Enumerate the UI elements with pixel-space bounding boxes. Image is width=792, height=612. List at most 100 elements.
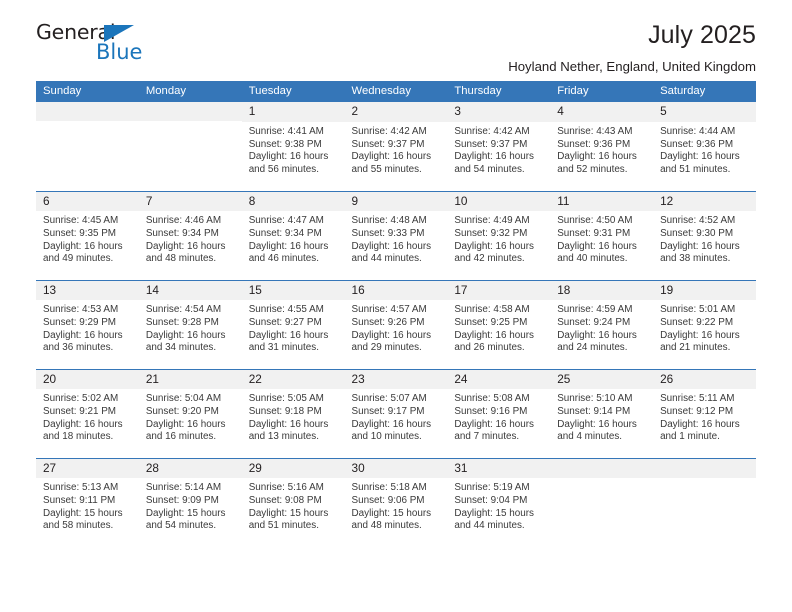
day-number: 12 bbox=[653, 191, 756, 212]
calendar-day-cell[interactable]: 24 Sunrise: 5:08 AM Sunset: 9:16 PM Dayligh… bbox=[447, 368, 551, 458]
calendar-day-cell[interactable]: 23 Sunrise: 5:07 AM Sunset: 9:17 PM Dayligh… bbox=[344, 368, 448, 458]
calendar-day-cell[interactable]: 6 Sunrise: 4:45 AM Sunset: 9:35 PM Daylight… bbox=[36, 190, 139, 280]
sunset-text: Sunset: 9:36 PM bbox=[660, 138, 734, 150]
day-sun-info: Sunrise: 5:08 AM Sunset: 9:16 PM Daylight:… bbox=[447, 389, 550, 443]
sunrise-text: Sunrise: 4:50 AM bbox=[557, 215, 633, 227]
day-number bbox=[36, 102, 139, 121]
calendar-day-cell[interactable]: 29 Sunrise: 5:16 AM Sunset: 9:08 PM Dayligh… bbox=[241, 457, 345, 547]
calendar-day-cell[interactable]: 30 Sunrise: 5:18 AM Sunset: 9:06 PM Dayligh… bbox=[344, 457, 448, 547]
daylight-text-line1: Daylight: 16 hours bbox=[660, 240, 740, 252]
calendar-day-cell[interactable]: 18 Sunrise: 4:59 AM Sunset: 9:24 PM Dayligh… bbox=[550, 279, 654, 369]
sunset-text: Sunset: 9:20 PM bbox=[145, 406, 219, 418]
daylight-text-line1: Daylight: 16 hours bbox=[454, 151, 534, 163]
calendar-day-cell[interactable]: 15 Sunrise: 4:55 AM Sunset: 9:27 PM Dayligh… bbox=[241, 279, 345, 369]
sunset-text: Sunset: 9:21 PM bbox=[43, 406, 117, 418]
calendar-day-cell[interactable]: 26 Sunrise: 5:11 AM Sunset: 9:12 PM Dayligh… bbox=[653, 368, 756, 458]
weekday-header-tuesday: Tuesday bbox=[241, 81, 345, 102]
daylight-text-line2: and 24 minutes. bbox=[557, 342, 628, 354]
calendar-day-cell[interactable]: 31 Sunrise: 5:19 AM Sunset: 9:04 PM Dayligh… bbox=[447, 457, 551, 547]
sunrise-text: Sunrise: 4:52 AM bbox=[660, 215, 736, 227]
calendar-day-cell[interactable]: 8 Sunrise: 4:47 AM Sunset: 9:34 PM Daylight… bbox=[241, 190, 345, 280]
calendar-day-cell[interactable]: 16 Sunrise: 4:57 AM Sunset: 9:26 PM Dayligh… bbox=[344, 279, 448, 369]
daylight-text-line2: and 49 minutes. bbox=[43, 253, 114, 265]
calendar-day-cell[interactable]: 10 Sunrise: 4:49 AM Sunset: 9:32 PM Dayligh… bbox=[447, 190, 551, 280]
calendar-week-row: 20 Sunrise: 5:02 AM Sunset: 9:21 PM Dayligh… bbox=[36, 368, 756, 458]
day-number: 28 bbox=[138, 458, 242, 479]
calendar-day-cell[interactable]: 17 Sunrise: 4:58 AM Sunset: 9:25 PM Dayligh… bbox=[447, 279, 551, 369]
calendar-day-cell[interactable]: 25 Sunrise: 5:10 AM Sunset: 9:14 PM Dayligh… bbox=[550, 368, 654, 458]
daylight-text-line2: and 44 minutes. bbox=[454, 520, 525, 532]
sunrise-text: Sunrise: 5:07 AM bbox=[351, 393, 427, 405]
day-number bbox=[653, 458, 756, 478]
calendar-page: General Blue July 2025 Hoyland Nether, E… bbox=[0, 0, 792, 612]
sunset-text: Sunset: 9:34 PM bbox=[248, 228, 322, 240]
sunset-text: Sunset: 9:31 PM bbox=[557, 228, 631, 240]
general-blue-logo[interactable]: General Blue bbox=[36, 22, 156, 70]
day-number: 5 bbox=[653, 102, 756, 122]
daylight-text-line1: Daylight: 15 hours bbox=[145, 507, 226, 519]
logo-text-blue: Blue bbox=[96, 40, 143, 64]
day-number: 22 bbox=[241, 369, 345, 390]
sunset-text: Sunset: 9:22 PM bbox=[660, 317, 734, 329]
calendar-day-cell[interactable]: 12 Sunrise: 4:52 AM Sunset: 9:30 PM Dayligh… bbox=[653, 190, 756, 280]
sunset-text: Sunset: 9:17 PM bbox=[351, 406, 425, 418]
daylight-text-line2: and 48 minutes. bbox=[351, 520, 422, 532]
sunset-text: Sunset: 9:36 PM bbox=[557, 138, 631, 150]
daylight-text-line1: Daylight: 16 hours bbox=[557, 418, 637, 430]
calendar-day-cell[interactable]: 14 Sunrise: 4:54 AM Sunset: 9:28 PM Dayligh… bbox=[138, 279, 242, 369]
day-number: 7 bbox=[138, 191, 242, 212]
sunrise-text: Sunrise: 5:04 AM bbox=[145, 393, 222, 405]
sunrise-text: Sunrise: 4:42 AM bbox=[454, 125, 530, 137]
page-title: July 2025 bbox=[648, 21, 756, 49]
daylight-text-line1: Daylight: 16 hours bbox=[145, 329, 226, 341]
sunrise-text: Sunrise: 4:41 AM bbox=[248, 125, 324, 137]
calendar-day-cell[interactable]: 4 Sunrise: 4:43 AM Sunset: 9:36 PM Daylight… bbox=[550, 102, 654, 191]
day-number: 2 bbox=[344, 102, 448, 122]
day-number: 16 bbox=[344, 280, 448, 301]
calendar-day-cell[interactable]: 7 Sunrise: 4:46 AM Sunset: 9:34 PM Daylight… bbox=[138, 190, 242, 280]
day-sun-info: Sunrise: 5:19 AM Sunset: 9:04 PM Daylight:… bbox=[447, 478, 550, 532]
calendar-header-row: Sunday Monday Tuesday Wednesday Thursday… bbox=[36, 81, 756, 102]
daylight-text-line1: Daylight: 16 hours bbox=[248, 240, 329, 252]
day-number: 3 bbox=[447, 102, 551, 122]
sunrise-text: Sunrise: 5:19 AM bbox=[454, 482, 530, 494]
day-number: 10 bbox=[447, 191, 551, 212]
calendar-day-cell[interactable]: 9 Sunrise: 4:48 AM Sunset: 9:33 PM Daylight… bbox=[344, 190, 448, 280]
daylight-text-line2: and 7 minutes. bbox=[454, 431, 520, 443]
daylight-text-line1: Daylight: 16 hours bbox=[351, 240, 432, 252]
sunset-text: Sunset: 9:37 PM bbox=[351, 138, 425, 150]
calendar-day-cell[interactable]: 11 Sunrise: 4:50 AM Sunset: 9:31 PM Dayligh… bbox=[550, 190, 654, 280]
daylight-text-line2: and 13 minutes. bbox=[248, 431, 319, 443]
daylight-text-line1: Daylight: 16 hours bbox=[145, 240, 226, 252]
day-number: 11 bbox=[550, 191, 654, 212]
calendar-day-cell[interactable]: 21 Sunrise: 5:04 AM Sunset: 9:20 PM Dayligh… bbox=[138, 368, 242, 458]
sunrise-text: Sunrise: 4:58 AM bbox=[454, 304, 530, 316]
calendar-day-cell[interactable]: 20 Sunrise: 5:02 AM Sunset: 9:21 PM Dayligh… bbox=[36, 368, 139, 458]
calendar-day-cell[interactable]: 22 Sunrise: 5:05 AM Sunset: 9:18 PM Dayligh… bbox=[241, 368, 345, 458]
calendar-day-cell[interactable]: 13 Sunrise: 4:53 AM Sunset: 9:29 PM Dayligh… bbox=[36, 279, 139, 369]
sunset-text: Sunset: 9:37 PM bbox=[454, 138, 528, 150]
sunset-text: Sunset: 9:27 PM bbox=[248, 317, 322, 329]
day-number: 14 bbox=[138, 280, 242, 301]
day-sun-info: Sunrise: 4:55 AM Sunset: 9:27 PM Daylight:… bbox=[242, 300, 345, 354]
calendar-day-cell[interactable]: 2 Sunrise: 4:42 AM Sunset: 9:37 PM Daylight… bbox=[344, 102, 448, 191]
calendar-day-cell[interactable]: 28 Sunrise: 5:14 AM Sunset: 9:09 PM Dayligh… bbox=[138, 457, 242, 547]
calendar-day-cell[interactable]: 19 Sunrise: 5:01 AM Sunset: 9:22 PM Dayligh… bbox=[653, 279, 756, 369]
calendar-day-cell[interactable]: 3 Sunrise: 4:42 AM Sunset: 9:37 PM Daylight… bbox=[447, 102, 551, 191]
day-sun-info: Sunrise: 5:16 AM Sunset: 9:08 PM Daylight:… bbox=[242, 478, 345, 532]
sunrise-text: Sunrise: 5:14 AM bbox=[145, 482, 222, 494]
day-number: 1 bbox=[241, 102, 345, 122]
sunrise-text: Sunrise: 5:08 AM bbox=[454, 393, 530, 405]
calendar-day-cell[interactable]: 1 Sunrise: 4:41 AM Sunset: 9:38 PM Daylight… bbox=[241, 102, 345, 191]
daylight-text-line2: and 4 minutes. bbox=[557, 431, 622, 443]
sunrise-text: Sunrise: 4:45 AM bbox=[43, 215, 119, 227]
page-subtitle: Hoyland Nether, England, United Kingdom bbox=[508, 58, 756, 74]
calendar-day-cell[interactable]: 5 Sunrise: 4:44 AM Sunset: 9:36 PM Daylight… bbox=[653, 102, 756, 191]
calendar-day-cell[interactable]: 27 Sunrise: 5:13 AM Sunset: 9:11 PM Dayligh… bbox=[36, 457, 139, 547]
daylight-text-line1: Daylight: 16 hours bbox=[351, 151, 432, 163]
day-sun-info: Sunrise: 4:41 AM Sunset: 9:38 PM Daylight:… bbox=[242, 122, 345, 176]
day-sun-info: Sunrise: 5:05 AM Sunset: 9:18 PM Daylight:… bbox=[242, 389, 345, 443]
daylight-text-line2: and 16 minutes. bbox=[145, 431, 217, 443]
daylight-text-line2: and 10 minutes. bbox=[351, 431, 422, 443]
daylight-text-line1: Daylight: 15 hours bbox=[248, 507, 329, 519]
